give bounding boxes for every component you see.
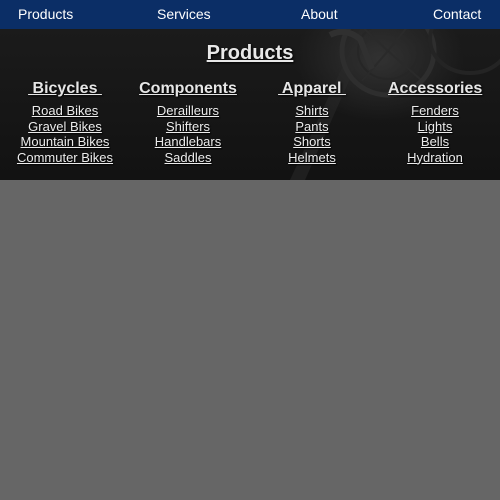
menu-link-gravel-bikes[interactable]: Gravel Bikes: [14, 119, 116, 135]
top-nav-bar: Products Services About Contact: [0, 0, 500, 29]
menu-link-bells[interactable]: Bells: [388, 134, 482, 150]
nav-link-contact[interactable]: Contact: [433, 6, 481, 23]
column-heading-components[interactable]: Components: [138, 79, 238, 98]
nav-link-about[interactable]: About: [301, 6, 338, 23]
menu-link-mountain-bikes[interactable]: Mountain Bikes: [14, 134, 116, 150]
column-heading-apparel[interactable]: Apparel: [266, 79, 358, 98]
menu-link-saddles[interactable]: Saddles: [138, 150, 238, 166]
menu-link-hydration[interactable]: Hydration: [388, 150, 482, 166]
menu-link-pants[interactable]: Pants: [266, 119, 358, 135]
menu-title[interactable]: Products: [0, 41, 500, 65]
menu-link-shirts[interactable]: Shirts: [266, 103, 358, 119]
menu-column-accessories: Accessories Fenders Lights Bells Hydrati…: [388, 79, 482, 165]
menu-link-lights[interactable]: Lights: [388, 119, 482, 135]
menu-link-road-bikes[interactable]: Road Bikes: [14, 103, 116, 119]
column-heading-accessories[interactable]: Accessories: [388, 79, 482, 98]
nav-link-products[interactable]: Products: [18, 6, 73, 23]
nav-link-services[interactable]: Services: [157, 6, 211, 23]
column-heading-bicycles[interactable]: Bicycles: [14, 79, 116, 98]
menu-column-bicycles: Bicycles Road Bikes Gravel Bikes Mountai…: [14, 79, 116, 165]
menu-link-handlebars[interactable]: Handlebars: [138, 134, 238, 150]
menu-column-apparel: Apparel Shirts Pants Shorts Helmets: [266, 79, 358, 165]
menu-link-commuter-bikes[interactable]: Commuter Bikes: [14, 150, 116, 166]
menu-column-components: Components Derailleurs Shifters Handleba…: [138, 79, 238, 165]
menu-link-derailleurs[interactable]: Derailleurs: [138, 103, 238, 119]
menu-link-helmets[interactable]: Helmets: [266, 150, 358, 166]
menu-link-shifters[interactable]: Shifters: [138, 119, 238, 135]
products-mega-menu: Products Bicycles Road Bikes Gravel Bike…: [0, 29, 500, 180]
menu-link-fenders[interactable]: Fenders: [388, 103, 482, 119]
menu-link-shorts[interactable]: Shorts: [266, 134, 358, 150]
